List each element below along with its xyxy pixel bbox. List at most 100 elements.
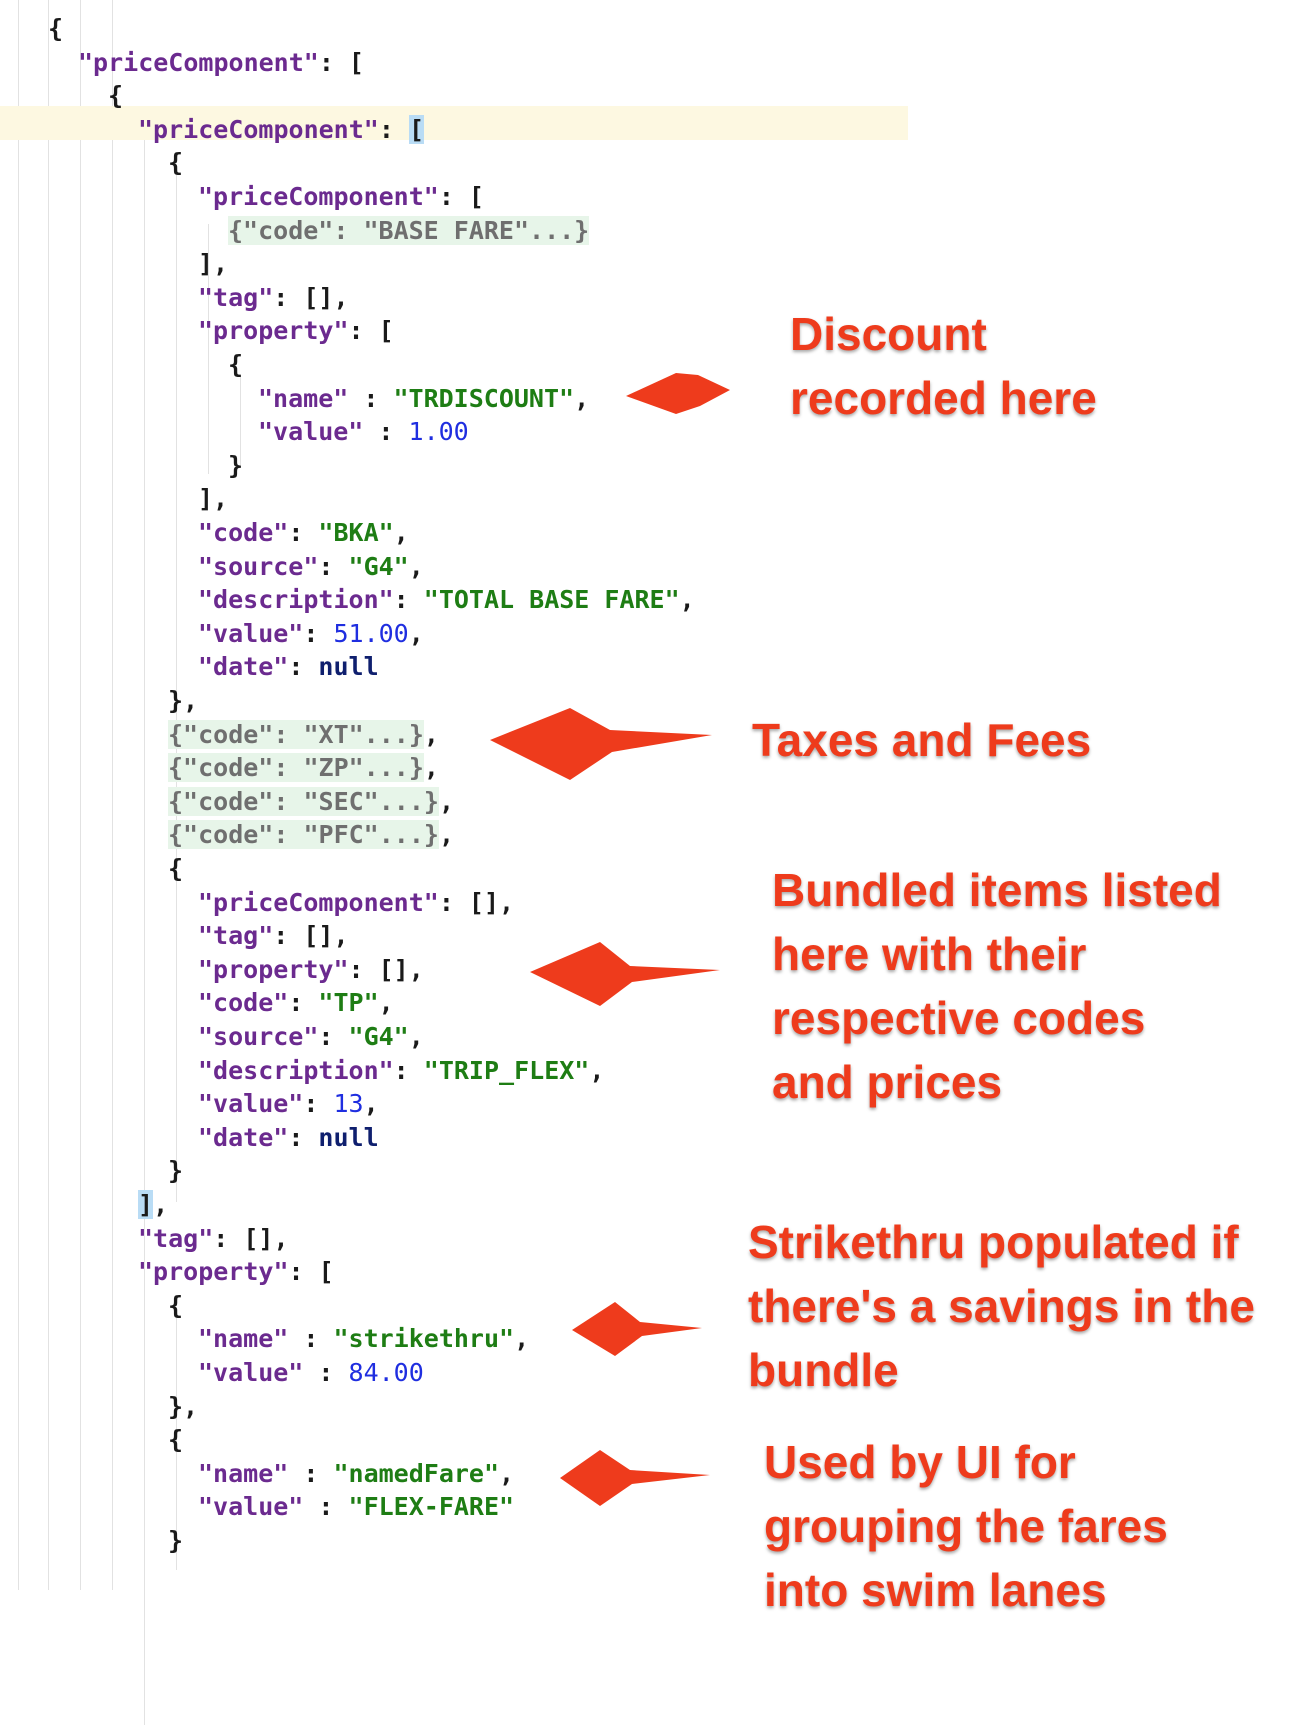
code-token: : [318, 1022, 349, 1051]
code-line[interactable]: }, [168, 1390, 198, 1424]
code-token: : [ [438, 182, 484, 211]
code-token: : [348, 383, 394, 413]
annotation-line: respective codes [772, 992, 1146, 1044]
annotation-line: Discount [790, 308, 987, 360]
folded-block[interactable]: {"code": "SEC"...} [168, 786, 439, 816]
code-line[interactable]: } [228, 449, 243, 483]
code-line[interactable]: "priceComponent": [ [138, 113, 424, 147]
code-line[interactable]: "code": "BKA", [198, 516, 409, 550]
code-token: { [168, 148, 184, 178]
code-line[interactable]: { [168, 1423, 183, 1457]
folded-block[interactable]: {"code": "ZP"...} [168, 753, 424, 783]
code-token: "description" [198, 585, 394, 615]
folded-block[interactable]: {"code": "PFC"...} [168, 820, 439, 850]
code-line[interactable]: { [168, 1289, 183, 1323]
code-line[interactable]: { [48, 12, 63, 46]
annotation-line: Taxes and Fees [752, 714, 1092, 766]
code-line[interactable]: ], [198, 482, 228, 516]
code-line[interactable]: "name" : "TRDISCOUNT", [258, 382, 589, 416]
code-token: "date" [198, 652, 289, 682]
code-line[interactable]: "value" : 84.00 [198, 1356, 424, 1390]
code-token: , [589, 1055, 605, 1085]
code-line[interactable]: "name" : "strikethru", [198, 1322, 529, 1356]
annotation-text: Discount recorded here [790, 302, 1097, 430]
annotation-line: and prices [772, 1056, 1003, 1108]
code-token: "property" [198, 954, 349, 984]
code-token: 51.00 [333, 618, 409, 648]
code-token: "G4" [348, 551, 409, 581]
annotation-text: Used by UI for grouping the fares into s… [764, 1430, 1168, 1622]
annotation-line: into swim lanes [764, 1564, 1107, 1616]
code-line[interactable]: "value": 51.00, [198, 617, 424, 651]
code-line[interactable]: "value" : "FLEX-FARE" [198, 1490, 514, 1524]
code-line[interactable]: {"code": "ZP"...}, [168, 751, 439, 785]
code-token: "TOTAL BASE FARE" [423, 585, 680, 615]
annotation-text: Strikethru populated if there's a saving… [748, 1210, 1255, 1402]
code-token: "property" [138, 1257, 289, 1287]
code-token: }, [168, 686, 199, 715]
code-line[interactable]: "priceComponent": [ [78, 46, 364, 80]
code-line[interactable]: {"code": "SEC"...}, [168, 785, 454, 819]
code-token: { [228, 350, 244, 379]
code-token: : [288, 1458, 334, 1488]
code-token: , [408, 551, 424, 581]
code-token: "tag" [198, 921, 274, 951]
folded-block[interactable]: {"code": "BASE FARE"...} [228, 215, 590, 245]
code-line[interactable]: { [168, 146, 183, 180]
code-line[interactable]: "source": "G4", [198, 550, 424, 584]
annotation-line: recorded here [790, 372, 1097, 424]
code-token: , [438, 820, 454, 850]
code-line[interactable]: {"code": "XT"...}, [168, 718, 439, 752]
code-token: 1.00 [408, 417, 469, 447]
code-line[interactable]: { [228, 348, 243, 382]
code-line[interactable]: "description": "TOTAL BASE FARE", [198, 583, 695, 617]
code-line[interactable]: "source": "G4", [198, 1020, 424, 1054]
code-line[interactable]: "property": [ [198, 314, 394, 348]
code-token: 13 [333, 1089, 364, 1119]
code-token: ], [198, 484, 229, 514]
code-line[interactable]: } [168, 1524, 183, 1558]
code-line[interactable]: ], [138, 1188, 168, 1222]
code-line[interactable]: "name" : "namedFare", [198, 1457, 514, 1491]
code-token: : [ [288, 1257, 334, 1287]
code-token: "value" [198, 1358, 304, 1387]
code-line[interactable]: "code": "TP", [198, 986, 394, 1020]
code-line[interactable]: "value": 13, [198, 1087, 379, 1121]
annotation-line: grouping the fares [764, 1500, 1168, 1552]
code-line[interactable]: ], [198, 247, 228, 281]
code-line[interactable]: } [168, 1154, 183, 1188]
code-token: } [168, 1156, 184, 1186]
code-token: null [318, 652, 379, 682]
code-line[interactable]: {"code": "BASE FARE"...} [228, 214, 590, 248]
code-line[interactable]: "date": null [198, 1121, 379, 1155]
code-token: : [393, 585, 424, 615]
code-line[interactable]: { [108, 79, 123, 113]
code-line[interactable]: "tag": [], [198, 281, 349, 315]
code-token: "strikethru" [333, 1324, 515, 1354]
code-token: "value" [198, 1089, 304, 1119]
code-line[interactable]: "priceComponent": [], [198, 886, 514, 920]
code-line[interactable]: { [168, 852, 183, 886]
code-line[interactable]: "tag": [], [138, 1222, 289, 1256]
code-line[interactable]: "description": "TRIP_FLEX", [198, 1054, 604, 1088]
code-line[interactable]: "tag": [], [198, 919, 349, 953]
code-line[interactable]: "date": null [198, 650, 379, 684]
indent-guide [18, 0, 19, 1590]
code-line[interactable]: {"code": "PFC"...}, [168, 818, 454, 852]
code-line[interactable]: }, [168, 684, 198, 718]
code-line[interactable]: "property": [], [198, 953, 424, 987]
code-token: ] [138, 1190, 154, 1219]
code-line[interactable]: "property": [ [138, 1255, 334, 1289]
code-token: "G4" [348, 1022, 409, 1051]
code-token: : [303, 1089, 334, 1119]
code-token: : [378, 114, 409, 144]
code-token: , [679, 585, 695, 615]
folded-block[interactable]: {"code": "XT"...} [168, 719, 424, 749]
annotation-line: Used by UI for [764, 1436, 1076, 1488]
code-token: } [168, 1526, 184, 1555]
code-token: , [514, 1324, 530, 1354]
code-line[interactable]: "value" : 1.00 [258, 415, 469, 449]
code-token: "date" [198, 1122, 289, 1152]
code-line[interactable]: "priceComponent": [ [198, 180, 484, 214]
code-token: } [228, 450, 244, 480]
